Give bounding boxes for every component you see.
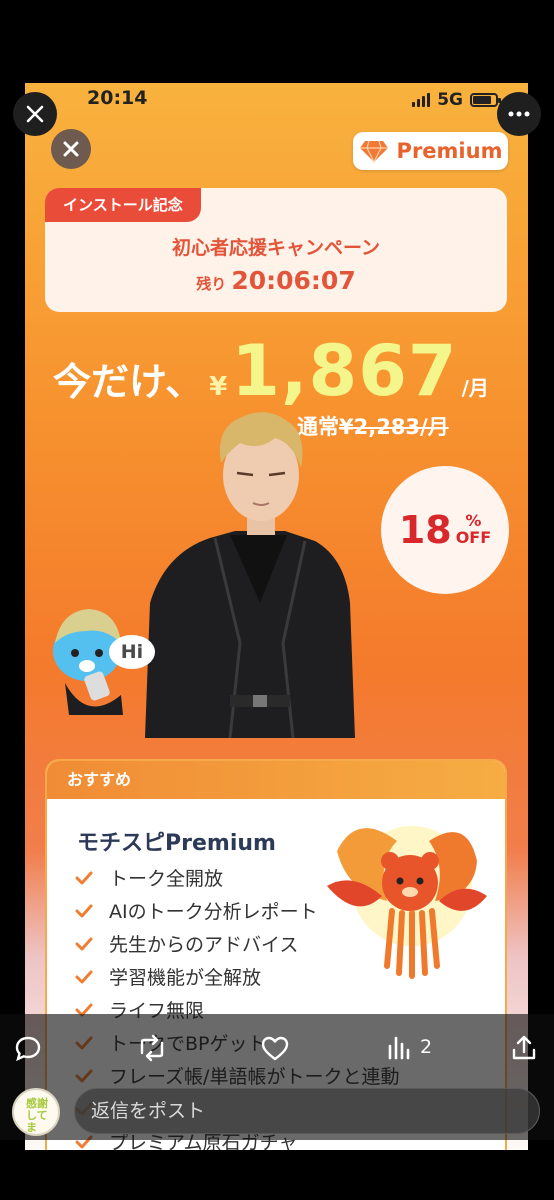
phoenix-mascot-illustration [327,826,487,979]
discount-number: 18 [398,508,452,552]
speech-bubble: Hi [109,635,155,669]
check-icon [75,970,99,984]
avatar-text: 感謝してま [26,1097,48,1135]
reply-button[interactable] [14,1034,42,1062]
repost-button[interactable] [137,1034,167,1062]
discount-badge: 18 % OFF [381,466,509,594]
feature-label: 学習機能が全解放 [109,967,262,989]
views-count: 2 [420,1036,433,1058]
feature-label: トーク全開放 [109,868,224,890]
repost-icon [140,1034,164,1062]
like-button[interactable] [260,1034,290,1062]
post-action-bar: 2 [0,1014,554,1084]
more-icon [508,111,530,117]
views-button[interactable]: 2 [386,1034,432,1060]
views-icon [388,1036,410,1060]
avatar[interactable]: 感謝してま [12,1088,60,1136]
character-illustration [53,412,355,739]
viewer-more-button[interactable] [497,92,541,136]
reply-icon [15,1036,41,1062]
share-icon [512,1035,536,1060]
plan-title: モチスピPremium [77,831,276,856]
app-screenshot: 20:14 5G Premium インストール記念 初心者応援キャンペーン 残り… [25,83,528,1150]
check-icon [75,904,99,918]
reply-input[interactable]: 返信をポスト [74,1088,540,1134]
share-button[interactable] [510,1034,538,1062]
reply-bar: 感謝してま 返信をポスト [0,1084,554,1140]
feature-label: AIのトーク分析レポート [109,901,318,923]
check-icon [75,937,99,951]
check-icon [75,871,99,885]
viewer-close-button[interactable] [13,92,57,136]
feature-label: 先生からのアドバイス [109,934,299,956]
close-icon [26,105,44,123]
discount-off: OFF [455,528,492,547]
like-icon [261,1036,289,1061]
